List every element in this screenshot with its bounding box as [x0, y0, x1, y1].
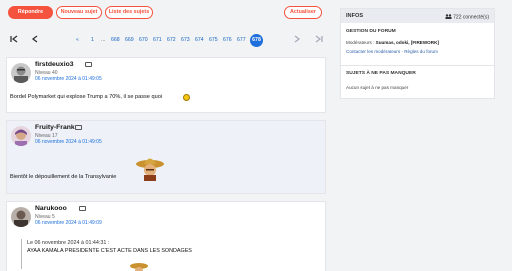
must-read-topics-title: SUJETS À NE PAS MANQUER	[346, 71, 416, 76]
next-page-icon[interactable]	[292, 34, 302, 46]
page-link[interactable]: 672	[167, 35, 176, 45]
quote-text: AYAA KAMALA PRESIDENTE C'EST ACTE DANS L…	[27, 248, 192, 254]
post-date[interactable]: 06 novembre 2024 à 01:49:09	[35, 220, 102, 226]
sticker-icon	[129, 260, 149, 271]
forum-management-title: GESTION DU FORUM	[346, 29, 396, 34]
reply-button[interactable]: Répondre	[8, 6, 53, 19]
topic-list-button[interactable]: Liste des sujets	[105, 6, 153, 19]
post-author[interactable]: firstdeuxio3	[35, 61, 74, 68]
avatar[interactable]	[11, 63, 31, 83]
forum-action-bar: Répondre Nouveau sujet Liste des sujets …	[6, 6, 324, 21]
sombrero-sticker-icon	[135, 155, 165, 186]
pagination: « 1 ... 668 669 670 671 672 673 674 675 …	[6, 31, 324, 49]
post-author[interactable]: Narukooo	[35, 205, 67, 212]
avatar[interactable]	[11, 126, 31, 146]
forum-rules-link[interactable]: Règles du forum	[404, 49, 438, 54]
moderators-line: Modérateurs : Suumas, odoki, [FIREWORK]	[346, 40, 439, 45]
post-message: Bordel Polymarket qui explose Trump a 70…	[10, 94, 163, 100]
page-link[interactable]: 675	[209, 35, 218, 45]
connected-count: 722 connecté(s)	[445, 13, 489, 20]
forum-post: Fruity-Frank Niveau 17 06 novembre 2024 …	[6, 120, 326, 194]
last-page-icon[interactable]	[314, 34, 324, 46]
mail-icon[interactable]	[79, 206, 86, 211]
post-author[interactable]: Fruity-Frank	[35, 124, 75, 131]
page-link[interactable]: 673	[181, 35, 190, 45]
smiley-icon	[183, 94, 190, 101]
post-date[interactable]: 06 novembre 2024 à 01:49:05	[35, 139, 102, 145]
info-panel-header: INFOS 722 connecté(s)	[341, 9, 494, 23]
quote-header: Le 06 novembre 2024 à 01:44:31 :	[27, 240, 110, 246]
page-link[interactable]: 669	[125, 35, 134, 45]
forum-info-panel: INFOS 722 connecté(s) GESTION DU FORUM M…	[340, 8, 495, 99]
page-link[interactable]: 671	[153, 35, 162, 45]
contact-moderators-link[interactable]: Contacter les modérateurs	[346, 49, 400, 54]
mail-icon[interactable]	[75, 125, 82, 130]
page-ellipsis: ...	[101, 37, 106, 43]
forum-post: firstdeuxio3 Niveau 40 06 novembre 2024 …	[6, 57, 326, 113]
forum-post: Narukooo Niveau 5 06 novembre 2024 à 01:…	[6, 201, 326, 271]
page-link[interactable]: 670	[139, 35, 148, 45]
post-message: Bientôt le dépouillement de la Transylva…	[10, 174, 117, 180]
users-icon	[445, 13, 452, 19]
first-page-icon[interactable]	[9, 34, 19, 46]
no-must-read-topic: Aucun sujet à ne pas manquer	[346, 85, 409, 90]
current-page: 678	[250, 33, 263, 47]
moderators-list[interactable]: Suumas, odoki, [FIREWORK]	[376, 40, 439, 45]
mail-icon[interactable]	[85, 62, 92, 67]
page-link[interactable]: 668	[111, 35, 120, 45]
page-link[interactable]: 676	[223, 35, 232, 45]
previous-page-icon[interactable]	[30, 34, 40, 46]
page-prev-block[interactable]: «	[76, 35, 79, 45]
divider	[341, 65, 494, 66]
avatar[interactable]	[11, 207, 31, 227]
quoted-message: Le 06 novembre 2024 à 01:44:31 : AYAA KA…	[21, 239, 321, 269]
page-link[interactable]: 677	[237, 35, 246, 45]
page-link[interactable]: 674	[195, 35, 204, 45]
page-link[interactable]: 1	[91, 35, 94, 45]
forum-links: Contacter les modérateurs · Règles du fo…	[346, 48, 438, 54]
post-date[interactable]: 06 novembre 2024 à 01:49:05	[35, 76, 102, 82]
new-topic-button[interactable]: Nouveau sujet	[56, 6, 102, 19]
refresh-button[interactable]: Actualiser	[284, 6, 322, 19]
info-panel-title: INFOS	[346, 13, 364, 19]
